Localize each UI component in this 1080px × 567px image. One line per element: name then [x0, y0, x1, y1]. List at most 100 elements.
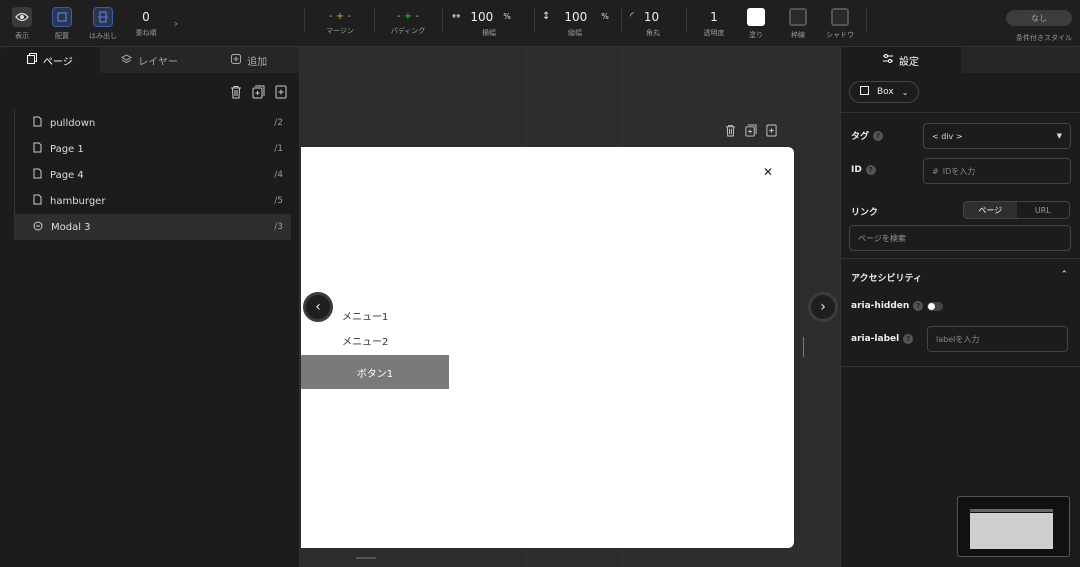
- page-name: Page 4: [50, 169, 84, 181]
- fill-label: 塗り: [749, 30, 763, 39]
- close-icon[interactable]: ✕: [763, 165, 773, 179]
- page-icon: [33, 168, 42, 182]
- conditional-style-button[interactable]: なし: [1006, 10, 1072, 26]
- width-unit: %: [503, 12, 511, 21]
- height-label: 縦幅: [568, 28, 582, 37]
- height-control[interactable]: ↕ 100 % 縦幅: [542, 0, 616, 47]
- caret-down-icon: ▼: [1056, 132, 1062, 140]
- display-control[interactable]: 表示: [10, 0, 34, 47]
- page-item-hamburger[interactable]: hamburger /5: [14, 188, 291, 214]
- border-control[interactable]: 枠線: [786, 0, 810, 47]
- overflow-label: はみ出し: [89, 31, 117, 40]
- layout-control[interactable]: 配置: [50, 0, 74, 47]
- width-control[interactable]: ↔ 100 % 横幅: [452, 0, 532, 47]
- canvas-button-1[interactable]: ボタン1: [301, 355, 449, 389]
- id-field[interactable]: # IDを入力: [923, 158, 1071, 184]
- toolbar-more-icon[interactable]: ›: [170, 0, 182, 47]
- scroll-indicator[interactable]: [356, 557, 376, 559]
- margin-label: マージン: [326, 27, 354, 35]
- id-label: ID ?: [851, 165, 876, 175]
- pages-icon: [26, 53, 37, 67]
- duplicate-page-icon[interactable]: [252, 85, 265, 102]
- tag-label: タグ ?: [851, 129, 884, 142]
- radius-control[interactable]: ◜ 10 角丸: [630, 0, 670, 47]
- page-item-page-1[interactable]: Page 1 /1: [14, 136, 291, 162]
- aria-hidden-label: aria-hidden ?: [851, 301, 924, 311]
- overflow-control[interactable]: はみ出し: [88, 0, 118, 47]
- aria-label-input[interactable]: labelを入力: [927, 326, 1068, 352]
- chevron-up-icon[interactable]: ⌃: [1060, 270, 1068, 280]
- element-type-value: Box: [877, 87, 894, 97]
- accessibility-title: アクセシビリティ: [851, 274, 923, 284]
- tab-pages[interactable]: ページ: [0, 47, 100, 73]
- id-label-text: ID: [851, 165, 862, 175]
- page-name: Page 1: [50, 143, 84, 155]
- trash-icon[interactable]: [725, 124, 736, 140]
- help-icon[interactable]: ?: [903, 334, 914, 344]
- menu-item-2[interactable]: メニュー2: [342, 333, 388, 348]
- next-arrow-button[interactable]: ›: [808, 292, 838, 322]
- tab-settings-label: 設定: [899, 56, 919, 68]
- add-element-icon[interactable]: [766, 124, 777, 140]
- page-item-page-4[interactable]: Page 4 /4: [14, 162, 291, 188]
- tab-add-label: 追加: [247, 56, 268, 68]
- tab-layers[interactable]: レイヤー: [100, 47, 200, 73]
- page-actions: [0, 73, 299, 113]
- minimap[interactable]: [957, 496, 1070, 557]
- layers-icon: [121, 53, 133, 67]
- duplicate-icon[interactable]: [745, 124, 757, 140]
- divider: [442, 8, 443, 32]
- modal-frame[interactable]: ✕ メニュー1 メニュー2 ボタン1: [301, 147, 794, 548]
- element-type-dropdown[interactable]: Box ⌄: [849, 81, 920, 103]
- tab-settings[interactable]: 設定: [841, 47, 961, 73]
- eye-icon: [12, 6, 32, 27]
- margin-control[interactable]: - + - マージン: [320, 0, 360, 47]
- prev-arrow-button[interactable]: ‹: [303, 292, 333, 322]
- page-name: Modal 3: [51, 221, 91, 233]
- aria-hidden-toggle[interactable]: [927, 302, 943, 311]
- minimap-toolbar-preview: [970, 509, 1053, 512]
- menu-item-1[interactable]: メニュー1: [342, 308, 388, 323]
- page-item-modal-3[interactable]: Modal 3 /3: [14, 214, 291, 240]
- help-icon[interactable]: ?: [865, 165, 876, 175]
- tag-select[interactable]: < div > ▼: [923, 123, 1071, 149]
- link-label: リンク: [851, 208, 879, 218]
- radius-label: 角丸: [646, 28, 660, 37]
- aria-label-text: aria-label: [851, 334, 900, 344]
- sliders-icon: [883, 54, 893, 66]
- fill-swatch: [747, 7, 765, 26]
- chevron-right-icon: ›: [820, 299, 826, 315]
- design-canvas[interactable]: ✕ メニュー1 メニュー2 ボタン1 ‹ ›: [301, 47, 839, 567]
- page-icon: [33, 142, 42, 156]
- page-search-input[interactable]: ページを検索: [849, 225, 1071, 251]
- id-placeholder: IDを入力: [942, 166, 976, 176]
- page-item-pulldown[interactable]: pulldown /2: [14, 110, 291, 136]
- link-mode-url[interactable]: URL: [1017, 202, 1070, 218]
- add-icon: [231, 53, 242, 67]
- padding-control[interactable]: - + - パディング: [386, 0, 430, 47]
- zindex-control[interactable]: 0 重ね順: [134, 0, 158, 47]
- width-label: 横幅: [482, 28, 496, 37]
- help-icon[interactable]: ?: [873, 130, 884, 141]
- fill-control[interactable]: 塗り: [744, 0, 768, 47]
- opacity-label: 透明度: [703, 28, 725, 37]
- shadow-label: シャドウ: [826, 30, 854, 39]
- trash-icon[interactable]: [230, 85, 242, 102]
- link-mode-toggle[interactable]: ページ URL: [963, 201, 1070, 219]
- hash-icon: #: [932, 166, 939, 176]
- width-value: 100: [470, 9, 494, 24]
- help-icon[interactable]: ?: [913, 301, 924, 311]
- frame-actions: [725, 124, 777, 140]
- link-mode-page[interactable]: ページ: [964, 202, 1017, 218]
- shadow-control[interactable]: シャドウ: [824, 0, 856, 47]
- add-page-icon[interactable]: [275, 85, 287, 102]
- opacity-control[interactable]: 1 透明度: [700, 0, 728, 47]
- resize-handle[interactable]: [803, 337, 804, 357]
- right-panel: 設定 Box ⌄ タグ ? < div > ▼ ID ? # IDを入力 リンク…: [840, 47, 1080, 567]
- right-panel-tabs: 設定: [841, 47, 1080, 73]
- page-slug: /3: [274, 222, 283, 232]
- page-slug: /5: [274, 196, 283, 206]
- divider: [304, 8, 305, 32]
- tab-add[interactable]: 追加: [199, 47, 299, 73]
- corner-radius-icon: ◜: [630, 11, 634, 22]
